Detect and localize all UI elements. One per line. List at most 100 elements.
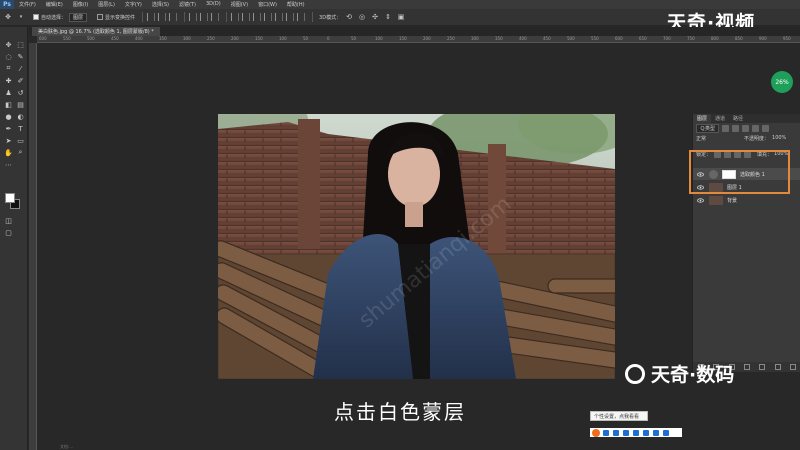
menu-item[interactable]: 图像(I)	[68, 1, 93, 8]
menu-item[interactable]: 文字(Y)	[120, 1, 147, 8]
zoom-tool-icon[interactable]: ⌕	[14, 147, 27, 158]
vertical-ruler	[29, 43, 37, 450]
dodge-tool-icon[interactable]: ◐	[14, 111, 27, 122]
filter-pixel-icon[interactable]	[722, 124, 730, 132]
divider	[226, 12, 228, 22]
distribute-right-icon[interactable]	[286, 13, 295, 21]
divider	[184, 12, 186, 22]
align-right-icon[interactable]	[169, 13, 178, 21]
screen-mode-icon[interactable]: ▢	[2, 227, 15, 238]
auto-align-icon[interactable]	[297, 13, 306, 21]
horizontal-ruler: 600 550 500 450 400 350 300 250 200 150 100 50 0 50 10…	[37, 36, 800, 43]
blend-mode-dropdown[interactable]: 正常	[696, 135, 732, 142]
ruler-tick-label: 150	[255, 36, 263, 41]
more-tools-icon[interactable]: ⋯	[2, 159, 15, 170]
new-adjustment-icon[interactable]	[743, 364, 750, 370]
type-tool-icon[interactable]: T	[14, 123, 27, 134]
align-center-icon[interactable]	[158, 13, 167, 21]
ime-settings-icon[interactable]	[653, 429, 659, 436]
align-bottom-icon[interactable]	[211, 13, 220, 21]
tab-paths[interactable]: 路径	[729, 115, 747, 122]
new-layer-icon[interactable]	[774, 364, 781, 370]
new-group-icon[interactable]	[759, 364, 766, 370]
menu-item[interactable]: 图层(L)	[93, 1, 120, 8]
portrait-image	[218, 114, 615, 379]
3d-slide-icon[interactable]: ⇕	[383, 12, 393, 22]
tab-layers[interactable]: 图层	[693, 114, 712, 123]
menu-item[interactable]: 选择(S)	[147, 1, 174, 8]
chevron-down-icon[interactable]: ▾	[16, 12, 26, 22]
distribute-center-icon[interactable]	[275, 13, 284, 21]
ime-mic-icon[interactable]	[613, 429, 619, 436]
document-photo[interactable]	[218, 114, 615, 379]
menu-item[interactable]: 滤镜(T)	[174, 1, 201, 8]
tutorial-highlight-box	[689, 150, 790, 194]
align-top-icon[interactable]	[189, 13, 198, 21]
tab-channels[interactable]: 通道	[711, 115, 729, 122]
ruler-tick-label: 400	[519, 36, 527, 41]
marquee-tool-icon[interactable]: ⬚	[14, 39, 27, 50]
layer-row-background[interactable]: 背景	[693, 194, 800, 206]
quick-select-tool-icon[interactable]: ✎	[14, 51, 27, 62]
filter-smart-icon[interactable]	[762, 124, 770, 132]
align-left-icon[interactable]	[147, 13, 156, 21]
menu-item[interactable]: 视图(V)	[226, 1, 253, 8]
show-transform-checkbox[interactable]	[97, 14, 104, 20]
menu-item[interactable]: 编辑(E)	[41, 1, 68, 8]
ime-logo-icon[interactable]	[592, 428, 600, 437]
3d-rotate-icon[interactable]: ⟲	[344, 12, 354, 22]
quick-mask-icon[interactable]: ◫	[2, 215, 15, 226]
auto-select-checkbox[interactable]	[33, 14, 39, 20]
divider	[142, 12, 144, 22]
distribute-middle-icon[interactable]	[242, 13, 251, 21]
ime-lang-icon[interactable]	[603, 429, 609, 436]
distribute-bottom-icon[interactable]	[253, 13, 262, 21]
history-brush-tool-icon[interactable]: ↺	[14, 87, 27, 98]
menu-item[interactable]: 窗口(W)	[253, 1, 282, 8]
layer-filter-dropdown[interactable]: Ｑ类型	[696, 123, 720, 133]
shape-tool-icon[interactable]: ▭	[14, 135, 27, 146]
ruler-tick-label: 150	[399, 36, 407, 41]
menu-item[interactable]: 帮助(H)	[282, 1, 310, 8]
document-tab[interactable]: 美白肤色.jpg @ 16.7% (选取颜色 1, 图层蒙版/8) *	[32, 27, 160, 36]
3d-roll-icon[interactable]: ◎	[357, 12, 367, 22]
ruler-tick-label: 700	[663, 36, 671, 41]
brush-tool-icon[interactable]: ✐	[14, 75, 27, 86]
ime-keyboard-icon[interactable]	[623, 429, 629, 436]
move-tool-icon[interactable]: ✥	[3, 12, 13, 22]
zoom-badge[interactable]: 26%	[771, 71, 793, 93]
ruler-tick-label: 50	[303, 36, 309, 41]
opacity-value[interactable]: 100%	[772, 135, 786, 141]
opacity-label: 不透明度：	[744, 135, 770, 142]
3d-drag-icon[interactable]: ✣	[370, 12, 380, 22]
auto-select-dropdown[interactable]: 图层	[69, 12, 88, 22]
layer-filter-row: Ｑ类型	[693, 123, 800, 133]
ruler-tick-label: 800	[711, 36, 719, 41]
foreground-color-swatch[interactable]	[5, 193, 15, 203]
layer-name[interactable]: 背景	[727, 197, 737, 204]
filter-shape-icon[interactable]	[752, 124, 760, 132]
menu-item[interactable]: 文件(F)	[14, 1, 41, 8]
eye-icon[interactable]	[696, 196, 705, 205]
ruler-tick-label: 950	[783, 36, 791, 41]
ime-menu-icon[interactable]	[663, 429, 669, 436]
ruler-tick-label: 50	[351, 36, 357, 41]
align-middle-icon[interactable]	[200, 13, 209, 21]
filter-type-icon[interactable]	[742, 124, 750, 132]
gradient-tool-icon[interactable]: ▤	[14, 99, 27, 110]
ruler-tick-label: 450	[111, 36, 119, 41]
eyedropper-tool-icon[interactable]: ⁄	[14, 63, 27, 74]
ruler-tick-label: 100	[375, 36, 383, 41]
ruler-tick-label: 0	[327, 36, 330, 41]
menu-item[interactable]: 3D(D)	[201, 1, 226, 8]
ruler-tick-label: 300	[471, 36, 479, 41]
distribute-top-icon[interactable]	[231, 13, 240, 21]
delete-layer-icon[interactable]	[790, 364, 797, 370]
3d-scale-icon[interactable]: ▣	[396, 12, 406, 22]
tooltip-popup[interactable]: 个性设置，点我看看	[590, 411, 648, 421]
ime-tools-icon[interactable]	[643, 429, 649, 436]
menu-items: 文件(F) 编辑(E) 图像(I) 图层(L) 文字(Y) 选择(S) 滤镜(T) 3D(D)…	[14, 1, 310, 8]
distribute-left-icon[interactable]	[264, 13, 273, 21]
filter-adjustment-icon[interactable]	[732, 124, 740, 132]
ime-skin-icon[interactable]	[633, 429, 639, 436]
